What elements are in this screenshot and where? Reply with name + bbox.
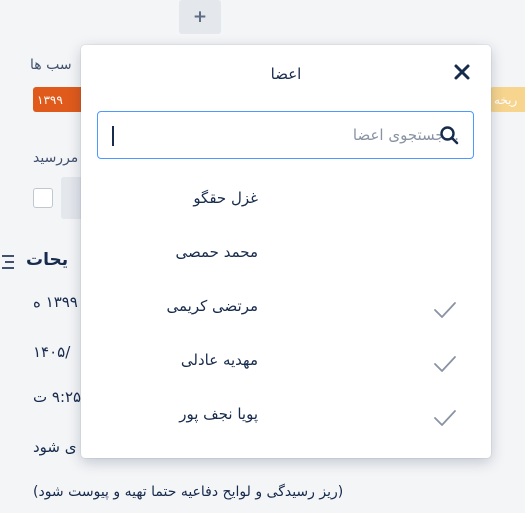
check-icon — [434, 356, 456, 372]
member-name: مهدیه عادلی — [180, 351, 258, 369]
search-box — [97, 111, 474, 159]
member-name: محمد حمصی — [175, 243, 259, 261]
member-item[interactable]: پویا نجف پور — [81, 391, 491, 445]
badge-history: ریخه — [490, 87, 525, 112]
check-icon — [434, 410, 456, 426]
section-heading: یحات — [26, 250, 69, 270]
member-item[interactable]: مهدیه عادلی — [81, 337, 491, 391]
label-due: مررسید — [33, 150, 79, 166]
desc-line-2: /۱۴۰۵ — [33, 343, 71, 361]
badge-history-text: ریخه — [494, 92, 518, 107]
desc-line-3: ۹:۲۵ ت — [33, 388, 82, 406]
section-heading-row: یحات — [0, 248, 80, 276]
member-item[interactable]: محمد حمصی — [81, 229, 491, 283]
member-name: مرتضی کریمی — [166, 297, 258, 315]
search-input[interactable] — [98, 112, 473, 158]
desc-line-1: ۱۳۹۹ ه — [33, 293, 78, 311]
desc-line-5: (ریز رسیدگی و لوایح دفاعیه حتما تهیه و پ… — [33, 484, 344, 500]
members-popup: اعضا غزل حقگو محمد حمصی مرتضی کریمی مهدی… — [81, 45, 491, 458]
desc-line-4: ی شود — [33, 438, 77, 456]
label-tags: سب ها — [30, 57, 72, 73]
badge-date-text: ۱۳۹۹ — [37, 92, 63, 107]
member-item[interactable]: غزل حقگو — [81, 175, 491, 229]
member-item[interactable]: مرتضی کریمی — [81, 283, 491, 337]
check-icon — [434, 302, 456, 318]
due-checkbox[interactable] — [33, 188, 53, 208]
text-caret — [112, 126, 114, 146]
search-icon[interactable] — [439, 125, 459, 145]
member-list: غزل حقگو محمد حمصی مرتضی کریمی مهدیه عاد… — [81, 175, 491, 445]
member-name: غزل حقگو — [193, 189, 258, 207]
list-icon — [2, 255, 14, 269]
popup-title: اعضا — [270, 65, 302, 83]
add-button[interactable]: + — [179, 0, 221, 34]
member-name: پویا نجف پور — [179, 405, 258, 423]
close-icon[interactable] — [453, 63, 471, 81]
